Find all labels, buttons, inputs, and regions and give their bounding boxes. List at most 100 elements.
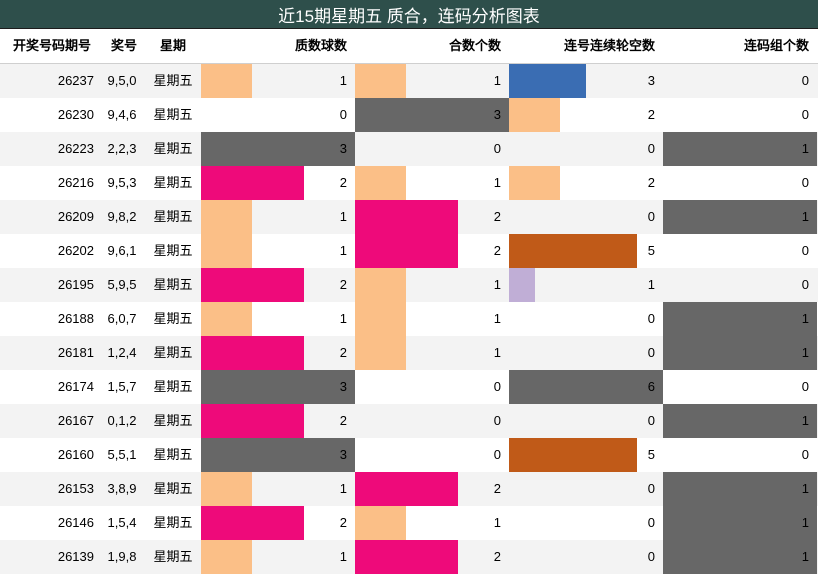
- consecutive-miss-value: 5: [647, 243, 655, 258]
- prime-count-value: 0: [339, 107, 347, 122]
- column-header-composite-count: 合数个数: [448, 38, 501, 53]
- composite-count-value: 0: [493, 141, 501, 156]
- consecutive-groups-value: 0: [801, 277, 809, 292]
- numbers-cell: 5,5,1: [107, 447, 137, 462]
- issue-cell: 26237: [57, 73, 94, 88]
- prime-count-value: 2: [339, 345, 347, 360]
- table-row: 26160 5,5,1 星期五 3 0 5 0: [0, 438, 818, 472]
- issue-cell: 26181: [57, 345, 94, 360]
- consecutive-groups-value: 1: [801, 481, 809, 496]
- consecutive-groups-value: 0: [801, 107, 809, 122]
- table-row: 26181 1,2,4 星期五 2 1 0 1: [0, 336, 818, 370]
- issue-cell: 26209: [57, 209, 94, 224]
- weekday-cell: 星期五: [153, 243, 193, 258]
- consecutive-groups-value: 1: [801, 311, 809, 326]
- consecutive-miss-value: 5: [647, 447, 655, 462]
- composite-count-value: 2: [493, 481, 501, 496]
- issue-cell: 26230: [57, 107, 94, 122]
- issue-cell: 26216: [57, 175, 94, 190]
- consecutive-groups-value: 1: [801, 345, 809, 360]
- numbers-cell: 1,5,4: [107, 515, 137, 530]
- consecutive-miss-value: 2: [647, 175, 655, 190]
- consecutive-miss-value: 2: [647, 107, 655, 122]
- composite-count-value: 1: [493, 175, 501, 190]
- numbers-cell: 6,0,7: [107, 311, 137, 326]
- issue-cell: 26202: [57, 243, 94, 258]
- table-row: 26174 1,5,7 星期五 3 0 6 0: [0, 370, 818, 404]
- numbers-cell: 9,8,2: [107, 209, 137, 224]
- weekday-cell: 星期五: [153, 277, 193, 292]
- table-row: 26146 1,5,4 星期五 2 1 0 1: [0, 506, 818, 540]
- table-header: 开奖号码期号 奖号 星期 质数球数 合数个数 连号连续轮空数 连码组个数: [0, 29, 818, 64]
- weekday-cell: 星期五: [153, 379, 193, 394]
- numbers-cell: 1,9,8: [107, 549, 137, 564]
- composite-count-value: 2: [493, 549, 501, 564]
- weekday-cell: 星期五: [153, 107, 193, 122]
- prime-count-value: 1: [339, 481, 347, 496]
- consecutive-miss-value: 0: [647, 413, 655, 428]
- consecutive-miss-value: 3: [647, 73, 655, 88]
- prime-count-value: 1: [339, 311, 347, 326]
- numbers-cell: 9,5,3: [107, 175, 137, 190]
- weekday-cell: 星期五: [153, 447, 193, 462]
- weekday-cell: 星期五: [153, 549, 193, 564]
- consecutive-miss-value: 0: [647, 209, 655, 224]
- table-body: 26237 9,5,0 星期五 1 1 3 0 26230 9,4,6 星期五 0 3 2 0 26223 2…: [0, 64, 818, 575]
- numbers-cell: 5,9,5: [107, 277, 137, 292]
- consecutive-miss-value: 0: [647, 549, 655, 564]
- consecutive-miss-value: 1: [647, 277, 655, 292]
- table-row: 26195 5,9,5 星期五 2 1 1 0: [0, 268, 818, 302]
- issue-cell: 26160: [57, 447, 94, 462]
- table-row: 26139 1,9,8 星期五 1 2 0 1: [0, 540, 818, 574]
- prime-count-value: 1: [339, 209, 347, 224]
- consecutive-groups-value: 1: [801, 413, 809, 428]
- table-row: 26216 9,5,3 星期五 2 1 2 0: [0, 166, 818, 200]
- issue-cell: 26195: [57, 277, 94, 292]
- issue-cell: 26146: [57, 515, 94, 530]
- numbers-cell: 9,4,6: [107, 107, 137, 122]
- prime-count-value: 2: [339, 515, 347, 530]
- weekday-cell: 星期五: [153, 481, 193, 496]
- issue-cell: 26174: [57, 379, 94, 394]
- table-row: 26237 9,5,0 星期五 1 1 3 0: [0, 64, 818, 98]
- weekday-cell: 星期五: [153, 515, 193, 530]
- issue-cell: 26188: [57, 311, 94, 326]
- consecutive-groups-value: 1: [801, 549, 809, 564]
- numbers-cell: 2,2,3: [107, 141, 137, 156]
- numbers-cell: 9,5,0: [107, 73, 137, 88]
- consecutive-groups-value: 0: [801, 175, 809, 190]
- consecutive-groups-value: 1: [801, 209, 809, 224]
- weekday-cell: 星期五: [153, 209, 193, 224]
- column-header-prime-count: 质数球数: [294, 38, 347, 53]
- composite-count-value: 1: [493, 73, 501, 88]
- composite-count-value: 1: [493, 277, 501, 292]
- prime-count-value: 1: [339, 549, 347, 564]
- consecutive-miss-value: 6: [647, 379, 655, 394]
- prime-count-value: 3: [339, 379, 347, 394]
- issue-cell: 26139: [57, 549, 94, 564]
- consecutive-miss-value: 0: [647, 481, 655, 496]
- numbers-cell: 9,6,1: [107, 243, 137, 258]
- prime-count-value: 3: [339, 447, 347, 462]
- composite-count-value: 1: [493, 515, 501, 530]
- column-header-consecutive-miss: 连号连续轮空数: [563, 38, 655, 53]
- numbers-cell: 3,8,9: [107, 481, 137, 496]
- composite-count-value: 2: [493, 243, 501, 258]
- weekday-cell: 星期五: [153, 73, 193, 88]
- issue-cell: 26167: [57, 413, 94, 428]
- issue-cell: 26153: [57, 481, 94, 496]
- table-row: 26202 9,6,1 星期五 1 2 5 0: [0, 234, 818, 268]
- consecutive-groups-value: 0: [801, 379, 809, 394]
- weekday-cell: 星期五: [153, 141, 193, 156]
- consecutive-miss-value: 0: [647, 141, 655, 156]
- composite-count-value: 0: [493, 413, 501, 428]
- prime-count-value: 1: [339, 73, 347, 88]
- table-row: 26230 9,4,6 星期五 0 3 2 0: [0, 98, 818, 132]
- prime-count-value: 3: [339, 141, 347, 156]
- table-row: 26167 0,1,2 星期五 2 0 0 1: [0, 404, 818, 438]
- composite-count-value: 3: [493, 107, 501, 122]
- table-row: 26188 6,0,7 星期五 1 1 0 1: [0, 302, 818, 336]
- composite-count-value: 2: [493, 209, 501, 224]
- consecutive-miss-value: 0: [647, 311, 655, 326]
- consecutive-groups-value: 0: [801, 447, 809, 462]
